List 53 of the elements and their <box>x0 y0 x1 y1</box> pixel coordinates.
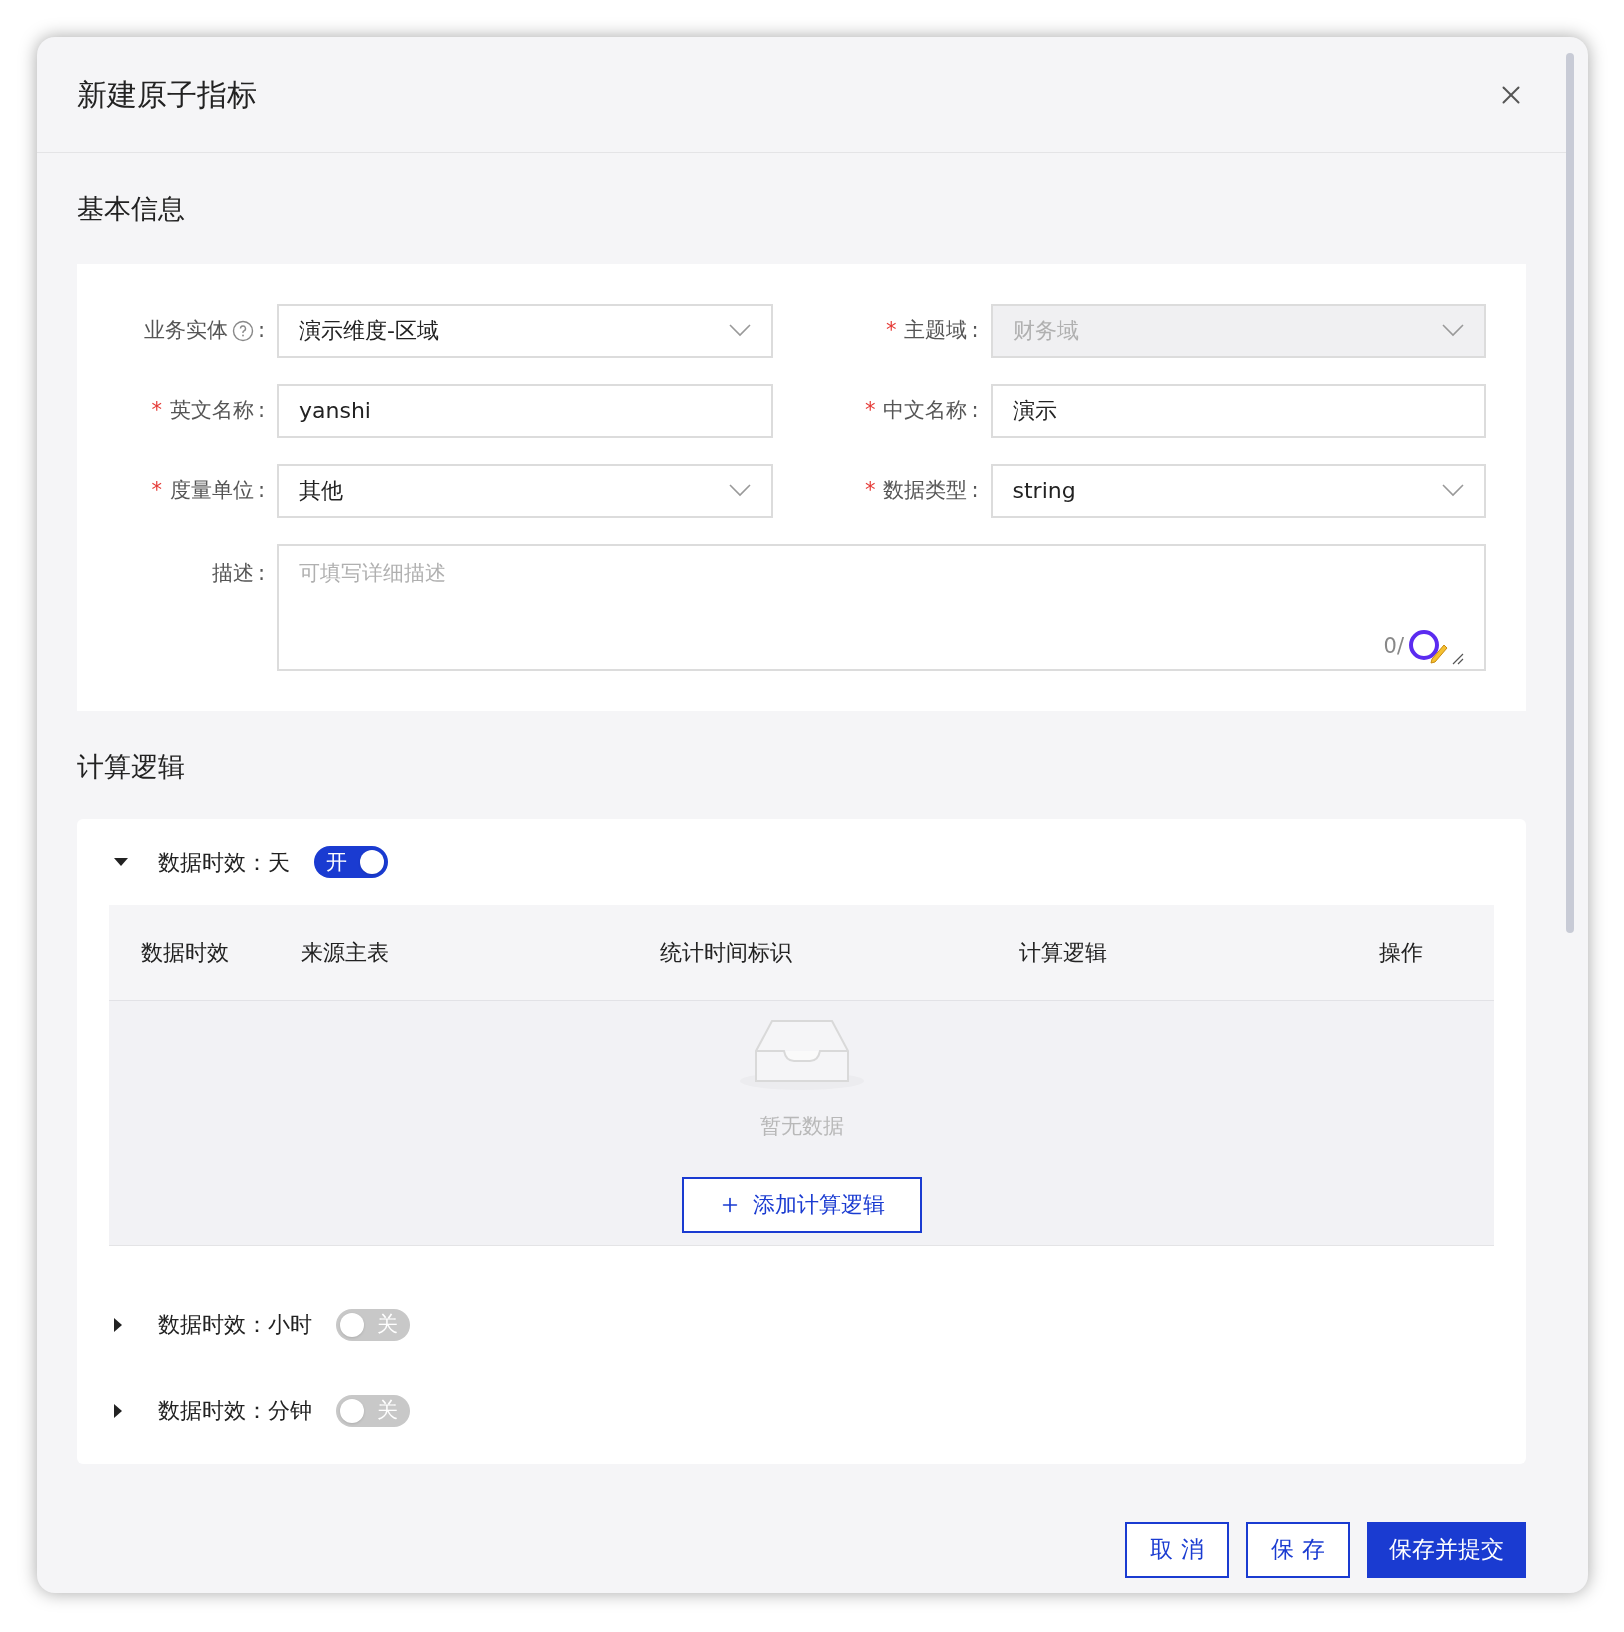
character-counter: 0/ <box>1383 632 1404 660</box>
field-label: 主题域 <box>904 316 968 344</box>
group-label: 数据时效：小时 <box>158 1311 312 1339</box>
required-mark: * <box>864 396 876 424</box>
colon: : <box>971 476 979 504</box>
field-label: 度量单位 <box>169 476 254 504</box>
colon: : <box>971 316 979 344</box>
column-header: 数据时效 <box>141 939 230 967</box>
column-header: 操作 <box>1379 939 1424 967</box>
toggle-switch[interactable]: 开 <box>314 846 388 878</box>
add-logic-button[interactable]: 添加计算逻辑 <box>681 1176 922 1233</box>
section-title: 计算逻辑 <box>77 749 186 784</box>
caret-icon[interactable] <box>114 1403 122 1418</box>
colon: : <box>257 559 265 587</box>
input-field[interactable]: yanshi <box>277 383 773 438</box>
caret-icon[interactable] <box>114 858 128 866</box>
required-mark: * <box>151 396 162 424</box>
submit-button[interactable]: 保存并提交 <box>1367 1521 1526 1578</box>
chevron-icon <box>728 324 751 337</box>
required-mark: * <box>151 476 162 504</box>
caret-icon[interactable] <box>114 1317 122 1332</box>
select-field[interactable]: 其他 <box>277 463 773 518</box>
column-header: 统计时间标识 <box>660 939 793 967</box>
field-label: 描述 <box>211 559 254 587</box>
select-field[interactable]: 演示维度-区域 <box>277 303 773 358</box>
section-title: 基本信息 <box>77 192 186 226</box>
empty-text: 暂无数据 <box>759 1113 844 1140</box>
select-field[interactable]: string <box>990 463 1486 518</box>
description-textarea[interactable]: 可填写详细描述 0/ <box>277 543 1486 671</box>
action-button[interactable]: 保 存 <box>1246 1521 1350 1578</box>
input-field[interactable]: 演示 <box>990 383 1486 438</box>
resize-handle-icon[interactable] <box>1452 652 1464 665</box>
scrollbar[interactable] <box>1566 53 1574 933</box>
field-label: 中文名称 <box>883 396 968 424</box>
chevron-icon <box>1442 324 1464 337</box>
required-mark: * <box>885 316 897 344</box>
colon: : <box>257 476 265 504</box>
colon: : <box>257 396 265 424</box>
column-header: 来源主表 <box>301 939 390 967</box>
dialog-title: 新建原子指标 <box>77 76 257 114</box>
action-button[interactable]: 取 消 <box>1125 1521 1229 1578</box>
field-label: 业务实体 <box>143 316 228 344</box>
pencil-badge-icon <box>1408 628 1448 665</box>
required-mark: * <box>864 476 876 504</box>
group-label: 数据时效：分钟 <box>158 1397 312 1425</box>
column-header: 计算逻辑 <box>1019 939 1108 967</box>
group-label: 数据时效：天 <box>158 848 290 877</box>
field-label: 英文名称 <box>169 396 254 424</box>
colon: : <box>971 396 979 424</box>
colon: : <box>257 316 265 344</box>
chevron-icon <box>1442 484 1464 497</box>
field-label: 数据类型 <box>883 476 968 504</box>
chevron-icon <box>728 484 751 497</box>
